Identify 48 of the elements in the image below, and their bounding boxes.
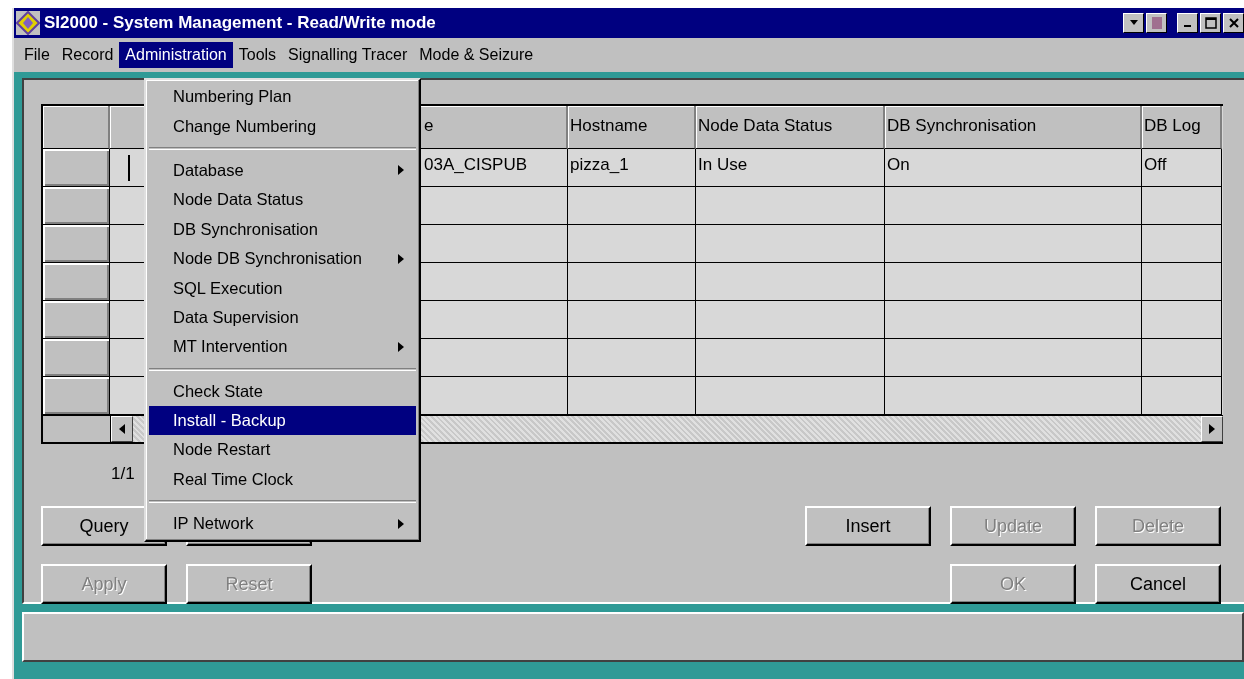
row-header[interactable]	[43, 149, 110, 187]
row-header[interactable]	[43, 339, 110, 377]
maximize-icon[interactable]	[1200, 13, 1221, 33]
menu-item[interactable]: Database	[149, 155, 416, 186]
row-header[interactable]	[43, 377, 110, 415]
column-header: DB Synchronisation	[885, 106, 1142, 149]
menu-item[interactable]: Change Numbering	[149, 111, 416, 141]
column-header: Node Data Status	[696, 106, 885, 149]
app-logo-icon	[16, 11, 40, 35]
minimize-icon[interactable]	[1177, 13, 1198, 33]
menu-item[interactable]: Install - Backup	[149, 405, 416, 436]
push-button[interactable]: Insert	[805, 506, 931, 546]
menu-item[interactable]: File	[18, 42, 56, 68]
caret-icon[interactable]	[1123, 13, 1144, 33]
column-header: DB Log	[1142, 106, 1222, 149]
left-arrow-icon	[119, 424, 125, 434]
menu-item[interactable]: Real Time Clock	[149, 464, 416, 495]
table-cell: In Use	[696, 149, 885, 187]
menu-item[interactable]: Check State	[149, 376, 416, 406]
menu-item[interactable]: DB Synchronisation	[149, 214, 416, 244]
menu-item[interactable]: Tools	[232, 42, 283, 68]
table-cell: Off	[1142, 149, 1222, 187]
row-header[interactable]	[43, 225, 110, 263]
scroll-left-button[interactable]	[111, 416, 133, 442]
right-arrow-icon	[1209, 424, 1215, 434]
menu-item[interactable]: MT Intervention	[149, 332, 416, 362]
column-header: Hostname	[568, 106, 696, 149]
menu-item[interactable]: Administration	[119, 42, 233, 68]
menu-item[interactable]: SQL Execution	[149, 273, 416, 303]
row-header[interactable]	[43, 301, 110, 339]
window-title: SI2000 - System Management - Read/Write mode	[44, 13, 436, 33]
menu-item[interactable]: Signalling Tracer	[282, 42, 414, 68]
menu-item[interactable]: Node Restart	[149, 435, 416, 465]
row-header[interactable]	[43, 187, 110, 225]
row-header[interactable]	[43, 263, 110, 301]
push-button[interactable]: Cancel	[1095, 564, 1221, 604]
menu-item[interactable]: Mode & Seizure	[413, 42, 540, 68]
scroll-right-button[interactable]	[1201, 416, 1223, 442]
menu-item[interactable]: Node Data Status	[149, 185, 416, 215]
close-icon[interactable]	[1223, 13, 1244, 33]
menu-item[interactable]: Record	[55, 42, 120, 68]
menu-item[interactable]: Data Supervision	[149, 302, 416, 333]
restore-icon[interactable]	[1146, 13, 1167, 33]
menu-item[interactable]: Node DB Synchronisation	[149, 243, 416, 274]
menu-item[interactable]: Numbering Plan	[149, 82, 416, 112]
table-cell: pizza_1	[568, 149, 696, 187]
page-counter: 1/1	[111, 464, 135, 485]
table-cell: On	[885, 149, 1142, 187]
